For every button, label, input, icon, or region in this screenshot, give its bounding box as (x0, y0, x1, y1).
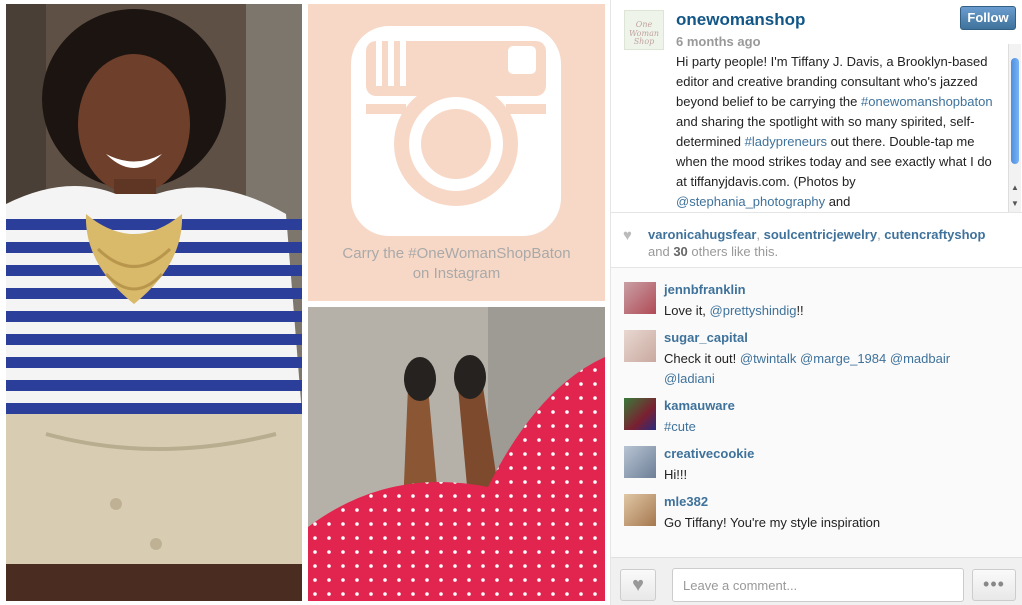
comment-text: #cute (664, 417, 1004, 437)
comment-username[interactable]: mle382 (664, 494, 708, 509)
comment-text: Go Tiffany! You're my style inspiration (664, 515, 881, 530)
logo-caption: Carry the #OneWomanShopBaton on Instagra… (342, 245, 571, 282)
heart-icon: ♥ (623, 227, 632, 244)
avatar[interactable] (624, 398, 656, 430)
post-timestamp[interactable]: 6 months ago (676, 34, 761, 49)
comment-text: Hi!!! (664, 467, 688, 482)
comment-text: Love it, @prettyshindig!! (664, 303, 804, 318)
scroll-down-arrow-icon[interactable]: ▼ (1009, 198, 1021, 210)
mention-link[interactable]: @madbair (890, 351, 950, 366)
avatar[interactable] (624, 494, 656, 526)
photo-collage[interactable]: Carry the #OneWomanShopBaton on Instagra… (0, 0, 610, 605)
post-caption: Hi party people! I'm Tiffany J. Davis, a… (676, 52, 1006, 212)
avatar[interactable] (624, 446, 656, 478)
mention-link[interactable]: @twintalk (740, 351, 797, 366)
follow-button[interactable]: Follow (960, 6, 1016, 30)
comment-input[interactable] (672, 568, 964, 602)
like-button[interactable]: ♥ (620, 569, 656, 601)
likes-count: and 30 others like this. (648, 244, 779, 259)
photo-feet-polka-dot-dress (308, 307, 605, 601)
comment-username[interactable]: jennbfranklin (664, 282, 746, 297)
avatar[interactable] (624, 330, 656, 362)
scroll-up-arrow-icon[interactable]: ▲ (1009, 182, 1021, 194)
comment-username[interactable]: creativecookie (664, 446, 754, 461)
photo-woman-striped-shirt (6, 4, 302, 601)
mention-link[interactable]: @marge_1984 (800, 351, 886, 366)
separator: , (756, 227, 764, 242)
comments-list: jennbfranklin Love it, @prettyshindig!! … (611, 268, 1022, 557)
comment-text: Check it out! @twintalk @marge_1984 @mad… (664, 351, 951, 386)
hashtag-link[interactable]: #ladypreneurs (745, 134, 827, 149)
liker-link[interactable]: varonicahugsfear (648, 227, 756, 242)
liker-link[interactable]: soulcentricjewelry (764, 227, 877, 242)
hashtag-link[interactable]: #onewomanshopbaton (861, 94, 993, 109)
svg-text:Shop: Shop (634, 37, 655, 46)
avatar[interactable]: One Woman Shop (624, 10, 664, 50)
post-details-panel: One Woman Shop onewomanshop 6 months ago… (610, 0, 1022, 605)
svg-text:One: One (636, 20, 653, 29)
likes-section: ♥ varonicahugsfear, soulcentricjewelry, … (611, 212, 1022, 268)
mention-link[interactable]: @prettyshindig (710, 303, 797, 318)
scrollbar-thumb[interactable] (1011, 58, 1019, 164)
post-username[interactable]: onewomanshop (676, 10, 805, 30)
heart-icon: ♥ (632, 574, 644, 596)
comment-bar: ♥ ••• (611, 557, 1022, 605)
hashtag-link[interactable]: #cute (664, 419, 696, 434)
likers-list: varonicahugsfear, soulcentricjewelry, cu… (648, 227, 985, 242)
comment-username[interactable]: sugar_capital (664, 330, 748, 345)
caption-scrollbar[interactable]: ▲ ▼ (1008, 44, 1021, 212)
caption-text: and (825, 194, 851, 209)
avatar[interactable] (624, 282, 656, 314)
comment-username[interactable]: kamauware (664, 398, 735, 413)
instagram-logo-tile: Carry the #OneWomanShopBaton on Instagra… (308, 4, 605, 301)
post-header: One Woman Shop onewomanshop 6 months ago… (611, 0, 1022, 212)
liker-link[interactable]: cutencraftyshop (884, 227, 985, 242)
ellipsis-icon: ••• (983, 574, 1005, 594)
more-options-button[interactable]: ••• (972, 569, 1016, 601)
mention-link[interactable]: @ladiani (664, 371, 715, 386)
mention-link[interactable]: @stephania_photography (676, 194, 825, 209)
